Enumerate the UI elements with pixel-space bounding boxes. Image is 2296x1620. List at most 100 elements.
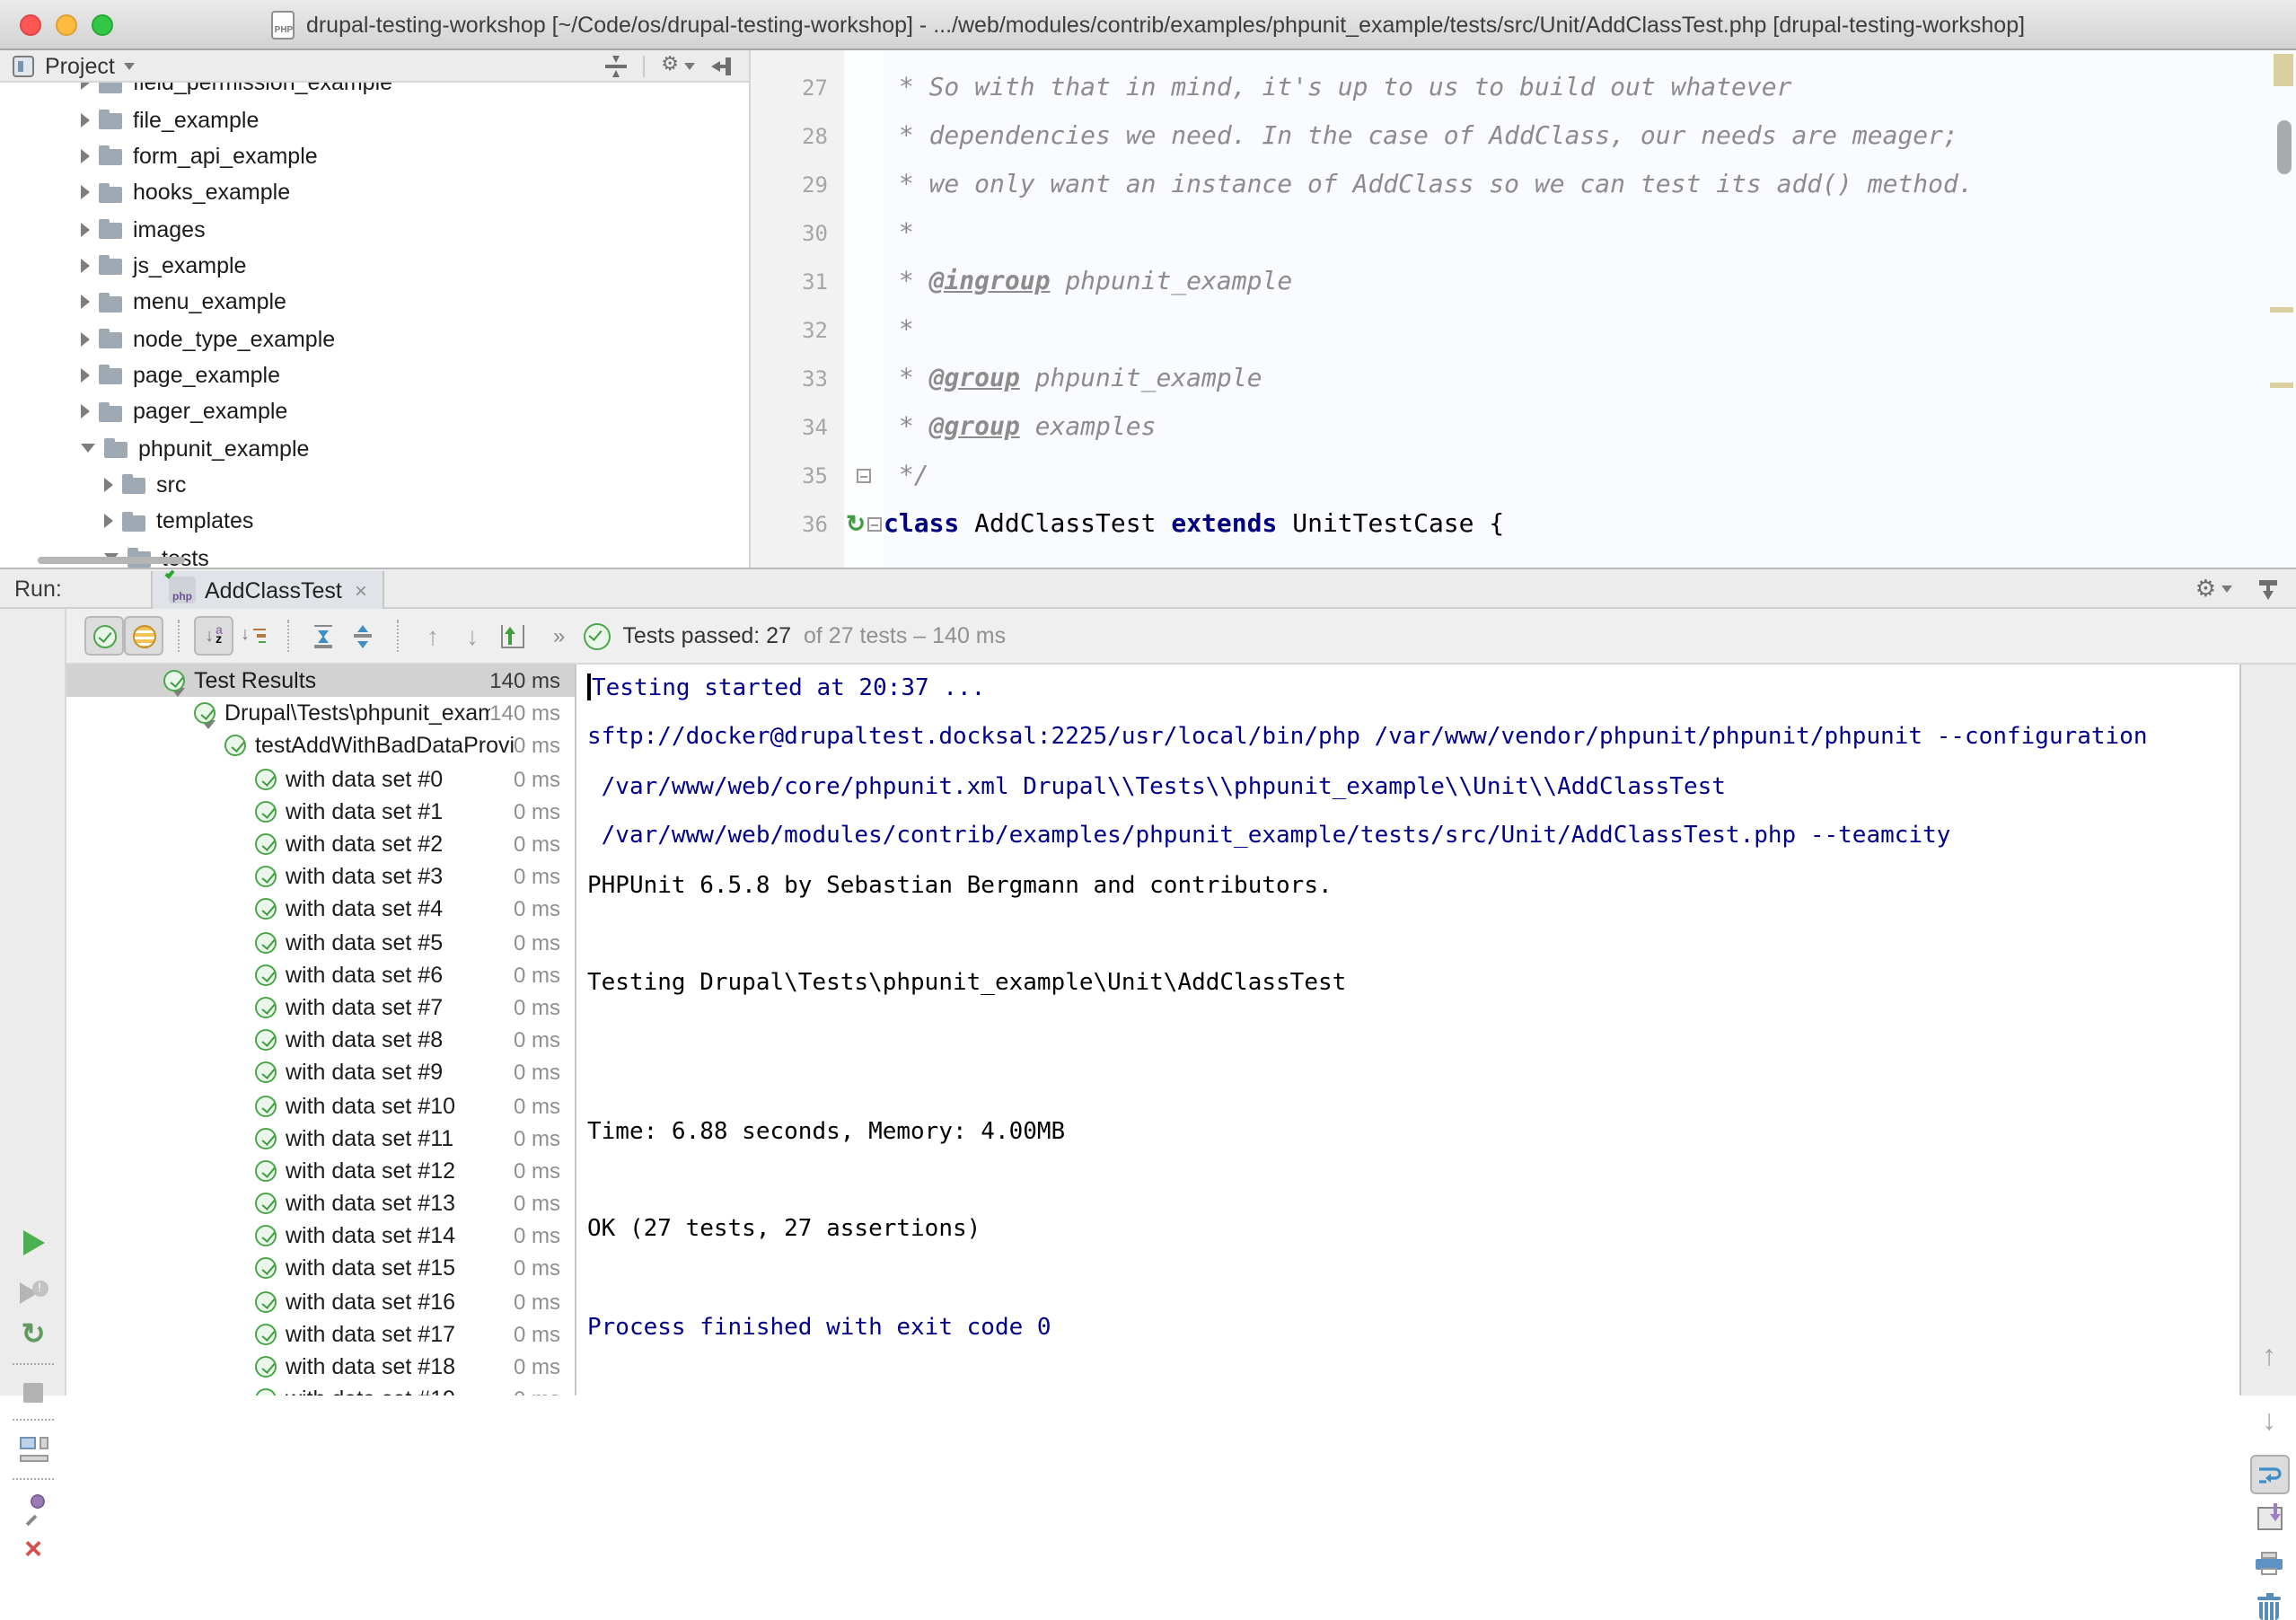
test-tree-row[interactable]: with data set #80 ms — [66, 1024, 575, 1056]
editor-line-31[interactable]: 31 * @ingroup phpunit_example — [751, 257, 2296, 305]
project-tree-item-menu_example[interactable]: menu_example — [0, 284, 751, 321]
project-tree-item-form_api_example[interactable]: form_api_example — [0, 137, 751, 174]
project-tree-item-hooks_example[interactable]: hooks_example — [0, 174, 751, 211]
toolbar-overflow-chevron[interactable]: » — [553, 623, 565, 648]
editor-line-35[interactable]: 35 */ — [751, 451, 2296, 499]
close-tab-icon[interactable]: × — [355, 577, 367, 603]
test-tree-row[interactable]: with data set #180 ms — [66, 1351, 575, 1383]
toggle-auto-test-button[interactable]: ↻ — [0, 1322, 66, 1351]
test-tree-row[interactable]: Test Results140 ms — [66, 665, 575, 697]
test-tree-row[interactable]: testAddWithBadDataProvide0 ms — [66, 730, 575, 762]
project-tree-item-pager_example[interactable]: pager_example — [0, 393, 751, 430]
next-failed-test-button[interactable]: ↓ — [453, 616, 492, 656]
project-tree-item-js_example[interactable]: js_example — [0, 247, 751, 284]
test-tree-row[interactable]: with data set #100 ms — [66, 1089, 575, 1122]
project-tree-item-src[interactable]: src — [0, 467, 751, 504]
project-tree-item-phpunit_example[interactable]: phpunit_example — [0, 430, 751, 467]
project-hscrollbar-thumb[interactable] — [38, 557, 185, 564]
chevron-right-icon[interactable] — [81, 222, 90, 236]
show-ignored-toggle[interactable] — [124, 616, 163, 656]
chevron-down-icon[interactable] — [171, 689, 185, 728]
chevron-down-icon[interactable] — [201, 721, 216, 761]
editor-line-32[interactable]: 32 * — [751, 305, 2296, 354]
test-results-tree[interactable]: Test Results140 msDrupal\Tests\phpunit_e… — [66, 665, 575, 1395]
editor-line-29[interactable]: 29 * we only want an instance of AddClas… — [751, 160, 2296, 208]
editor-scrollbar-thumb[interactable] — [2277, 120, 2292, 174]
scroll-from-source-icon[interactable] — [605, 55, 627, 76]
soft-wrap-toggle[interactable] — [2241, 1455, 2296, 1494]
pin-tab-button[interactable] — [0, 1492, 66, 1518]
project-tree-item-file_example[interactable]: file_example — [0, 101, 751, 138]
zoom-window-button[interactable] — [92, 14, 113, 36]
editor-line-26[interactable]: 26 — [751, 50, 2296, 63]
chevron-right-icon[interactable] — [81, 405, 90, 419]
test-tree-row[interactable]: with data set #10 ms — [66, 796, 575, 828]
hide-run-panel-icon[interactable] — [2257, 577, 2279, 599]
test-tree-row[interactable]: with data set #190 ms — [66, 1383, 575, 1395]
test-tree-row[interactable]: with data set #30 ms — [66, 860, 575, 893]
test-tree-row[interactable]: with data set #70 ms — [66, 991, 575, 1024]
editor-line-36[interactable]: 36↻class AddClassTest extends UnitTestCa… — [751, 499, 2296, 548]
project-panel-title[interactable]: Project — [45, 53, 115, 78]
hide-panel-icon[interactable] — [711, 55, 733, 76]
close-run-panel-button[interactable]: × — [0, 1534, 66, 1564]
test-tree-row[interactable]: Drupal\Tests\phpunit_examp140 ms — [66, 697, 575, 729]
sort-by-duration-button[interactable]: ↓ — [233, 616, 273, 656]
chevron-right-icon[interactable] — [104, 515, 113, 529]
import-test-results-button[interactable] — [492, 616, 532, 656]
editor-line-30[interactable]: 30 * — [751, 208, 2296, 257]
previous-failed-test-button[interactable]: ↑ — [413, 616, 453, 656]
test-tree-row[interactable]: with data set #140 ms — [66, 1219, 575, 1252]
chevron-right-icon[interactable] — [81, 259, 90, 273]
fold-marker-icon[interactable] — [857, 468, 871, 482]
project-tree-item-templates[interactable]: templates — [0, 503, 751, 540]
chevron-right-icon[interactable] — [81, 112, 90, 127]
warning-stripe-marker[interactable] — [2270, 383, 2293, 388]
test-tree-row[interactable]: with data set #50 ms — [66, 926, 575, 958]
restore-layout-button[interactable] — [0, 1437, 66, 1462]
show-passed-toggle[interactable] — [84, 616, 124, 656]
editor-line-28[interactable]: 28 * dependencies we need. In the case o… — [751, 111, 2296, 160]
project-tree-item-node_type_example[interactable]: node_type_example — [0, 321, 751, 357]
editor-lines[interactable]: 2627 * So with that in mind, it's up to … — [751, 50, 2296, 548]
titlebar[interactable]: PHP drupal-testing-workshop [~/Code/os/d… — [0, 0, 2296, 50]
test-tree-row[interactable]: with data set #90 ms — [66, 1057, 575, 1089]
editor-line-34[interactable]: 34 * @group examples — [751, 402, 2296, 451]
run-test-gutter-icon[interactable]: ↻ — [846, 512, 866, 535]
rerun-tests-button[interactable] — [0, 1230, 66, 1255]
rerun-failed-tests-button[interactable]: ! — [0, 1281, 66, 1306]
chevron-right-icon[interactable] — [81, 368, 90, 383]
fold-marker-icon[interactable] — [867, 516, 882, 531]
print-button[interactable] — [2241, 1552, 2296, 1575]
clear-all-button[interactable] — [2241, 1595, 2296, 1620]
run-tab-addclasstest[interactable]: php AddClassTest × — [151, 571, 385, 609]
test-tree-row[interactable]: with data set #00 ms — [66, 762, 575, 795]
test-tree-row[interactable]: with data set #170 ms — [66, 1318, 575, 1351]
chevron-right-icon[interactable] — [81, 185, 90, 199]
close-window-button[interactable] — [20, 14, 41, 36]
sort-alphabetically-button[interactable]: ↓az — [194, 616, 233, 656]
chevron-down-icon[interactable] — [140, 665, 154, 695]
run-settings-button[interactable]: ⚙ — [2195, 577, 2232, 600]
chevron-down-icon[interactable] — [124, 62, 135, 69]
scroll-down-button[interactable]: ↓ — [2241, 1408, 2296, 1437]
expand-all-button[interactable] — [303, 616, 343, 656]
editor-line-27[interactable]: 27 * So with that in mind, it's up to us… — [751, 63, 2296, 111]
project-tree-item-images[interactable]: images — [0, 211, 751, 248]
chevron-right-icon[interactable] — [81, 149, 90, 163]
project-tree[interactable]: field_permission_examplefile_exampleform… — [0, 65, 751, 568]
test-tree-row[interactable]: with data set #60 ms — [66, 958, 575, 990]
project-tree-item-page_example[interactable]: page_example — [0, 357, 751, 394]
warning-stripe-marker[interactable] — [2270, 307, 2293, 313]
test-tree-row[interactable]: with data set #150 ms — [66, 1253, 575, 1285]
collapse-all-button[interactable] — [343, 616, 383, 656]
test-tree-row[interactable]: with data set #130 ms — [66, 1187, 575, 1219]
test-tree-row[interactable]: with data set #110 ms — [66, 1122, 575, 1154]
console-output[interactable]: Testing started at 20:37 ...sftp://docke… — [575, 665, 2239, 1395]
editor-line-33[interactable]: 33 * @group phpunit_example — [751, 354, 2296, 402]
test-tree-row[interactable]: with data set #40 ms — [66, 894, 575, 926]
minimize-window-button[interactable] — [56, 14, 77, 36]
chevron-down-icon[interactable] — [81, 444, 95, 453]
stop-button[interactable] — [0, 1383, 66, 1403]
chevron-right-icon[interactable] — [104, 478, 113, 492]
